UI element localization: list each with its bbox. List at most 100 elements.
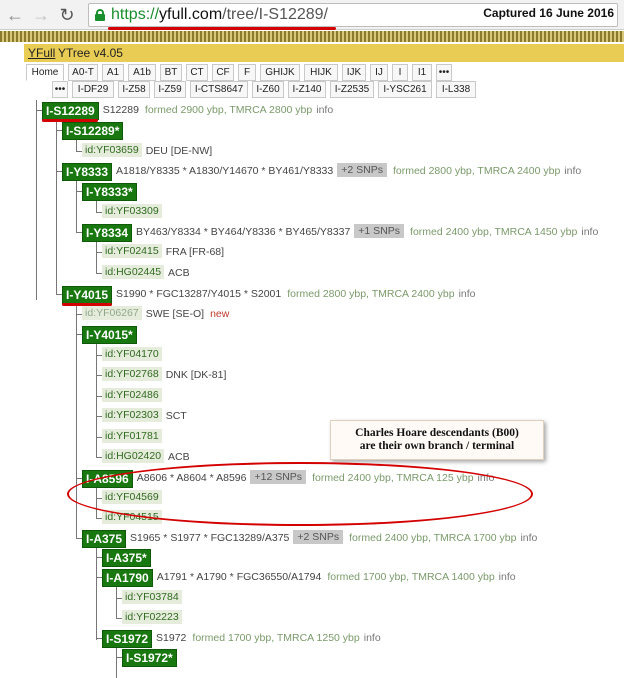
reload-icon[interactable]: ↻ [56,4,78,26]
tab-a1[interactable]: A1 [102,64,124,81]
info-link[interactable]: info [364,632,381,644]
more-snps-button[interactable]: +2 SNPs [293,530,344,544]
tab-ct[interactable]: CT [186,64,208,81]
tab-ij[interactable]: IJ [370,64,388,81]
tab-a1b[interactable]: A1b [128,64,156,81]
tree-line [76,138,77,152]
snp-list: A1818/Y8335 * A1830/Y14670 * BY461/Y8333 [116,165,334,177]
site-header: YFull YTree v4.05 [24,44,624,62]
haplogroup-link[interactable]: I-S1972 [102,630,153,648]
sample-row: id:YF03659 DEU [DE-NW] [82,143,212,159]
tab-ghijk[interactable]: GHIJK [260,64,300,81]
info-link[interactable]: info [581,226,598,238]
forward-arrow-icon[interactable]: → [30,4,52,26]
haplogroup-link[interactable]: I-S12289* [62,122,124,140]
formed-date: formed 1700 ybp, TMRCA 1250 ybp [192,632,360,644]
sample-id-link[interactable]: id:YF02768 [102,367,162,381]
tree-node-i-s12289: I-S12289 S12289 formed 2900 ybp, TMRCA 280… [42,102,333,120]
site-version: YTree v4.05 [58,46,123,60]
haplogroup-link[interactable]: I-A375* [102,549,151,567]
more-snps-button[interactable]: +1 SNPs [354,224,405,238]
annotation-note: Charles Hoare descendants (B00) are thei… [330,420,544,460]
tree-node-i-y8333-star: I-Y8333* [82,183,137,201]
haplogroup-link[interactable]: I-Y8333 [62,163,113,181]
sample-id-link[interactable]: id:YF02486 [102,388,162,402]
tab-hijk[interactable]: HIJK [304,64,338,81]
tree-node-i-s1972-star: I-S1972* [122,649,177,667]
info-link[interactable]: info [564,165,581,177]
sample-id-link[interactable]: id:YF03309 [102,204,162,218]
tab-[interactable]: ••• [436,64,452,81]
country-code: ACB [168,451,190,463]
sample-id-link[interactable]: id:YF02415 [102,244,162,258]
haplogroup-link[interactable]: I-A1790 [102,569,153,587]
sample-row: id:YF02223 [122,610,182,626]
tab-bt[interactable]: BT [160,64,182,81]
tree-line [96,240,97,274]
tab-home[interactable]: Home [26,64,64,81]
info-link[interactable]: info [499,571,516,583]
tab-ijk[interactable]: IJK [342,64,366,81]
more-snps-button[interactable]: +2 SNPs [337,163,387,177]
tab-i[interactable]: I [392,64,408,81]
snp-list: S1965 * S1977 * FGC13289/A375 [130,532,290,544]
sample-row: id:YF01781 [102,429,162,445]
formed-date: formed 2800 ybp, TMRCA 2400 ybp [392,165,561,177]
back-arrow-icon[interactable]: ← [4,4,26,26]
sample-row: id:YF03784 [122,590,182,606]
country-code: FRA [FR-68] [165,246,225,258]
info-link[interactable]: info [459,288,476,300]
sample-id-link[interactable]: id:YF03784 [122,590,182,604]
tree-line [96,546,97,640]
tree-node-i-a375: I-A375 S1965 * S1977 * FGC13289/A375 +2 SN… [82,530,537,548]
brand-link[interactable]: YFull [28,46,55,60]
snp-list: BY463/Y8334 * BY464/Y8336 * BY465/Y8337 [136,226,351,238]
sample-id-link[interactable]: id:HG02445 [102,265,165,279]
tab-a0-t[interactable]: A0-T [68,64,98,81]
haplogroup-link[interactable]: I-Y8334 [82,224,133,242]
haplogroup-link[interactable]: I-A375 [82,530,127,548]
tree-line [76,179,77,232]
formed-date: formed 2400 ybp, TMRCA 1700 ybp [349,532,517,544]
sample-row: id:YF02303 SCT [102,408,187,424]
haplogroup-link[interactable]: I-Y8333* [82,183,137,201]
country-code: SWE [SE-O] [145,308,205,320]
formed-date: formed 2800 ybp, TMRCA 2400 ybp [287,288,455,300]
haplogroup-link[interactable]: I-S1972* [122,649,177,667]
tree-node-i-y4015-star: I-Y4015* [82,326,137,344]
sample-row: id:YF02768 DNK [DK-81] [102,367,226,383]
sample-id-link[interactable]: id:YF04170 [102,347,162,361]
sample-row: id:YF06267 SWE [SE-O] new [82,306,229,322]
tree-node-i-a375-star: I-A375* [102,549,151,567]
formed-date: formed 2400 ybp, TMRCA 1450 ybp [410,226,578,238]
sample-row: id:HG02420 ACB [102,449,190,465]
haplogroup-link[interactable]: I-S12289 [42,102,99,120]
sample-id-link[interactable]: id:HG02420 [102,449,165,463]
formed-date: formed 1700 ybp, TMRCA 1400 ybp [327,571,495,583]
sample-id-link[interactable]: id:YF03659 [82,143,142,157]
country-code: ACB [168,267,190,279]
tree-node-i-y8333: I-Y8333 A1818/Y8335 * A1830/Y14670 * BY46… [62,163,581,181]
sample-row: id:YF02415 FRA [FR-68] [102,244,224,260]
annotation-line-1: Charles Hoare descendants (B00) [355,427,519,439]
captured-label: Captured 16 June 2016 [483,6,614,20]
sample-row: id:YF03309 [102,204,162,220]
sample-row: id:HG02445 ACB [102,265,190,281]
new-badge: new [210,308,230,320]
info-link[interactable]: info [520,532,537,544]
tree-line [96,342,97,458]
tab-cf[interactable]: CF [212,64,234,81]
tab-f[interactable]: F [238,64,256,81]
sample-id-link[interactable]: id:YF02223 [122,610,182,624]
sample-id-link[interactable]: id:YF02303 [102,408,162,422]
tree-node-i-y4015: I-Y4015 S1990 * FGC13287/Y4015 * S2001 for… [62,286,476,304]
info-link[interactable]: info [316,104,333,116]
country-code: DNK [DK-81] [165,369,227,381]
sample-id-link[interactable]: id:YF06267 [82,306,142,320]
tree-node-i-y8334: I-Y8334 BY463/Y8334 * BY464/Y8336 * BY465… [82,224,598,242]
tab-i1[interactable]: I1 [412,64,432,81]
snp-list: S12289 [102,104,139,116]
haplogroup-link[interactable]: I-Y4015 [62,286,113,304]
haplogroup-link[interactable]: I-Y4015* [82,326,137,344]
sample-id-link[interactable]: id:YF01781 [102,429,162,443]
